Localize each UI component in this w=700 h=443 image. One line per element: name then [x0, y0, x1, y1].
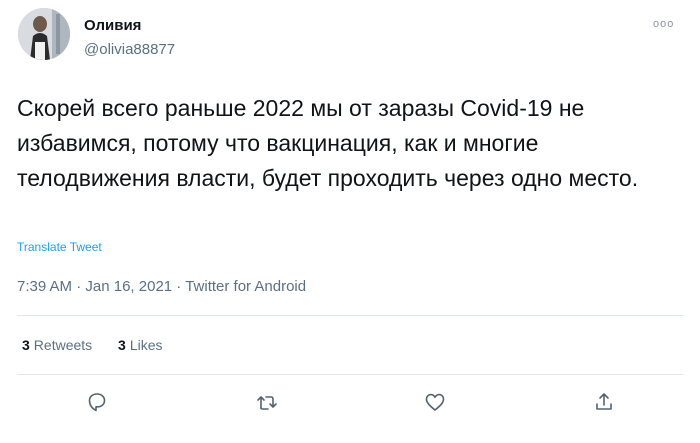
- tweet-date[interactable]: Jan 16, 2021: [85, 278, 172, 295]
- tweet-source[interactable]: Twitter for Android: [185, 278, 306, 295]
- reply-button[interactable]: [85, 390, 109, 414]
- retweets-count: 3: [22, 337, 30, 353]
- likes-count: 3: [118, 337, 126, 353]
- avatar-image: [18, 8, 70, 60]
- share-icon: [596, 393, 612, 410]
- share-button[interactable]: [592, 390, 616, 414]
- divider: [17, 374, 683, 375]
- translate-tweet-link[interactable]: Translate Tweet: [17, 240, 102, 254]
- divider: [17, 315, 683, 316]
- more-options-icon[interactable]: ooo: [653, 18, 674, 30]
- author-handle[interactable]: @olivia88877: [84, 41, 175, 58]
- retweet-button[interactable]: [255, 390, 279, 414]
- likes-stat[interactable]: 3 Likes: [118, 337, 162, 353]
- avatar[interactable]: [18, 8, 70, 60]
- tweet-text: Скорей всего раньше 2022 мы от заразы Co…: [17, 95, 639, 191]
- retweet-icon: [257, 396, 277, 410]
- tweet-stats: 3 Retweets 3 Likes: [22, 337, 185, 353]
- author-name[interactable]: Оливия: [84, 17, 141, 34]
- tweet-time[interactable]: 7:39 AM: [17, 278, 72, 295]
- retweets-label: Retweets: [33, 337, 93, 353]
- like-button[interactable]: [423, 390, 447, 414]
- meta-separator: ·: [172, 278, 186, 295]
- tweet-meta: 7:39 AM · Jan 16, 2021 · Twitter for And…: [17, 278, 306, 295]
- retweets-stat[interactable]: 3 Retweets: [22, 337, 92, 353]
- tweet-actions: [0, 390, 700, 420]
- likes-label: Likes: [129, 337, 163, 353]
- reply-icon: [88, 393, 106, 412]
- heart-icon: [425, 393, 445, 411]
- meta-separator: ·: [72, 278, 86, 295]
